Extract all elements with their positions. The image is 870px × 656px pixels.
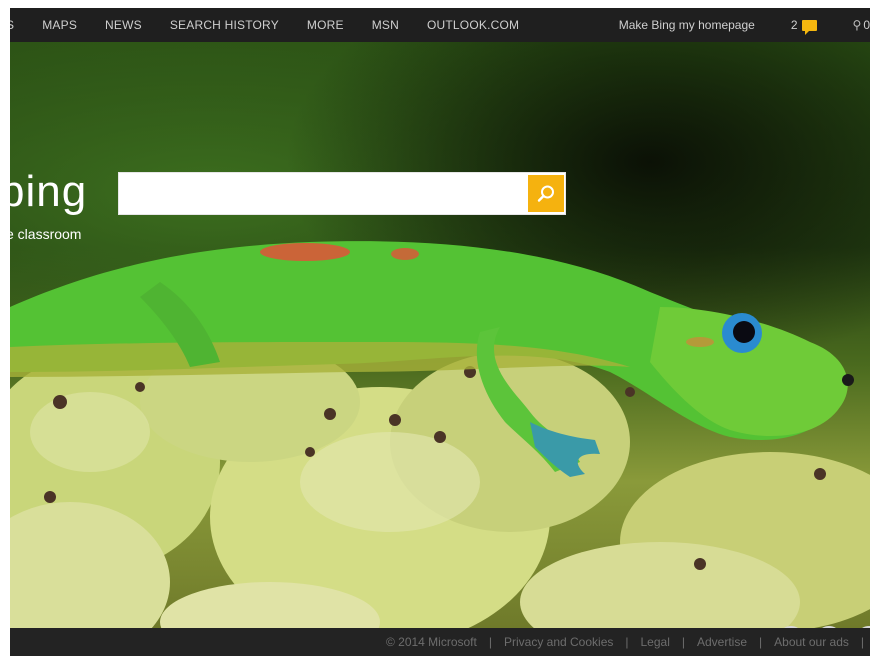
nav-item-news[interactable]: NEWS (105, 18, 142, 32)
footer-separator: | (488, 635, 492, 649)
search-input[interactable] (118, 172, 566, 215)
top-navigation: S MAPS NEWS SEARCH HISTORY MORE MSN OUTL… (10, 8, 870, 42)
pod-highlight (30, 392, 150, 472)
search-button[interactable] (528, 175, 564, 212)
message-icon[interactable] (801, 19, 817, 35)
search-icon (537, 185, 554, 202)
footer-link-advertise[interactable]: Advertise (697, 635, 747, 649)
footer-separator: | (681, 635, 685, 649)
nav-item-partial[interactable]: S (10, 18, 14, 32)
footer-separator: | (759, 635, 763, 649)
nav-item-outlook[interactable]: OUTLOOK.COM (427, 18, 519, 32)
footer-link-privacy[interactable]: Privacy and Cookies (504, 635, 613, 649)
footer-separator: | (625, 635, 629, 649)
gecko-spot (260, 243, 350, 261)
notification-count[interactable]: 2 (791, 18, 798, 32)
nav-right-group: Make Bing my homepage 2 ⚲ 0 (619, 8, 870, 42)
footer-link-legal[interactable]: Legal (641, 635, 670, 649)
bing-homepage: S MAPS NEWS SEARCH HISTORY MORE MSN OUTL… (10, 8, 870, 656)
pod-highlight (300, 432, 480, 532)
copyright-text: © 2014 Microsoft (385, 635, 477, 649)
make-homepage-link[interactable]: Make Bing my homepage (619, 18, 755, 32)
rewards-count[interactable]: 0 (863, 18, 870, 32)
gecko-spot (686, 337, 714, 347)
footer: © 2014 Microsoft | Privacy and Cookies |… (10, 628, 870, 656)
trophy-icon[interactable]: ⚲ (853, 18, 862, 32)
nav-item-search-history[interactable]: SEARCH HISTORY (170, 18, 279, 32)
footer-link-about-ads[interactable]: About our ads (774, 635, 849, 649)
nav-item-maps[interactable]: MAPS (42, 18, 77, 32)
gecko-pupil (733, 321, 755, 343)
nav-item-msn[interactable]: MSN (372, 18, 399, 32)
gecko-nostril (842, 374, 854, 386)
gecko-spot (391, 248, 419, 260)
gecko-photo-illustration (10, 241, 870, 628)
background-photo: bing e classroom (10, 42, 870, 628)
image-caption[interactable]: e classroom (10, 226, 81, 242)
bing-logo: bing (10, 167, 88, 216)
footer-separator: | (860, 635, 864, 649)
nav-item-more[interactable]: MORE (307, 18, 344, 32)
